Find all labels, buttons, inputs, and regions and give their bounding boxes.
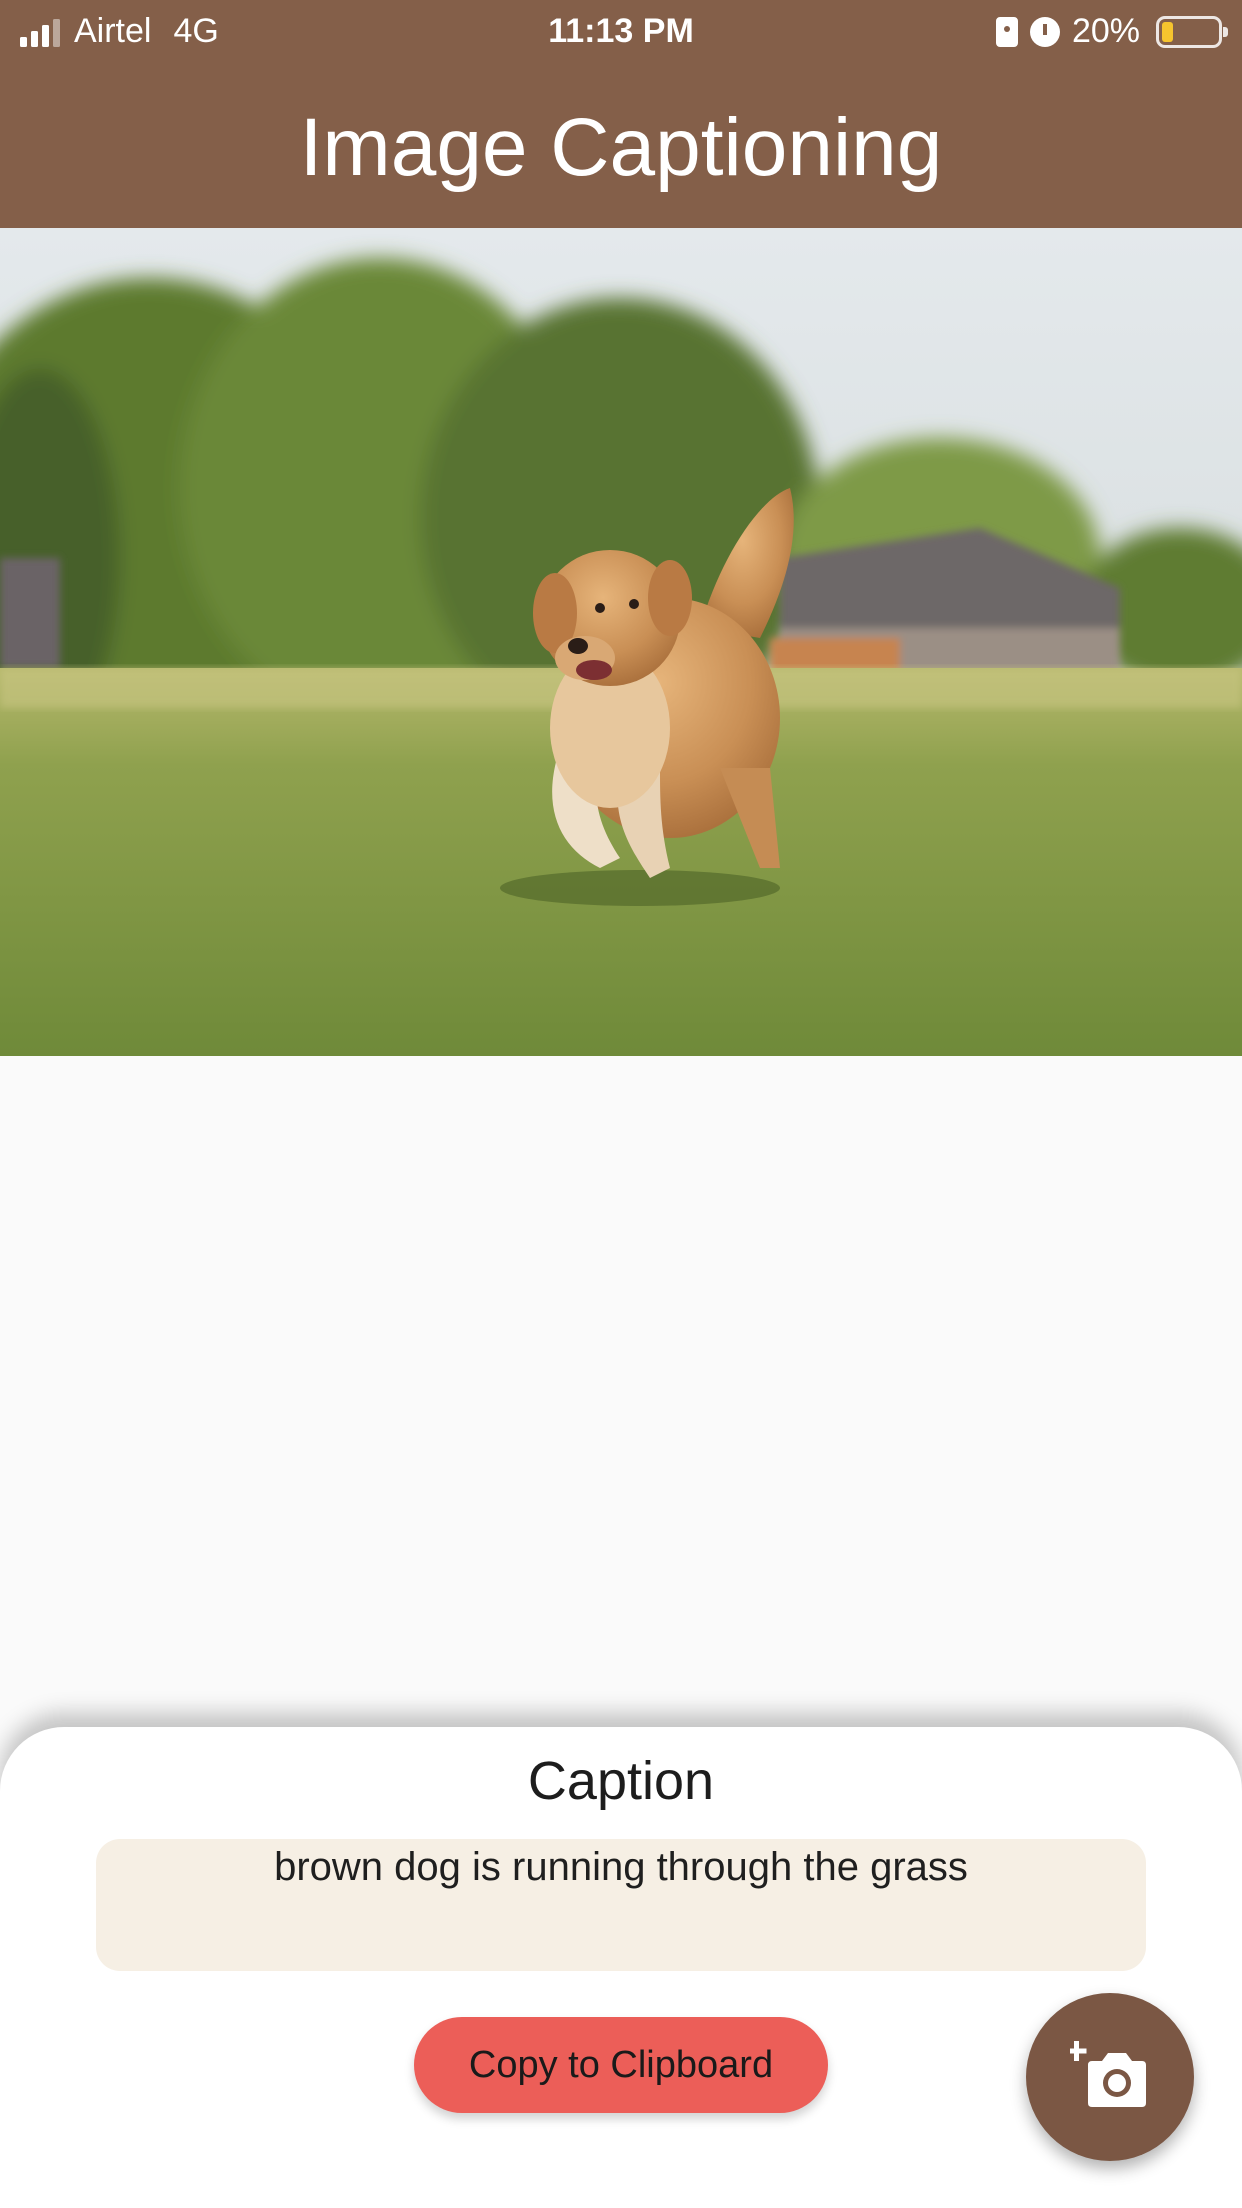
caption-text: brown dog is running through the grass — [274, 1845, 968, 1889]
alarm-icon — [1029, 16, 1060, 47]
page-title: Image Captioning — [299, 102, 943, 193]
app-screen: Airtel 4G 11:13 PM 20% Image Captioning — [0, 0, 1242, 2208]
status-bar: Airtel 4G 11:13 PM 20% — [0, 0, 1242, 64]
dog-photo-illustration — [0, 228, 1242, 1056]
orientation-lock-icon — [995, 16, 1018, 47]
caption-heading: Caption — [527, 1751, 715, 1811]
add-photo-button[interactable] — [1026, 1993, 1194, 2161]
status-right: 20% — [995, 12, 1228, 51]
captioned-photo — [0, 228, 1242, 1056]
battery-percent: 20% — [1071, 12, 1140, 50]
copy-to-clipboard-button[interactable]: Copy to Clipboard — [414, 2017, 828, 2113]
caption-box: brown dog is running through the grass — [96, 1839, 1146, 1971]
app-bar: Airtel 4G 11:13 PM 20% Image Captioning — [0, 0, 1242, 228]
add-photo-camera-icon — [1070, 2041, 1146, 2107]
battery-icon — [1156, 15, 1228, 48]
